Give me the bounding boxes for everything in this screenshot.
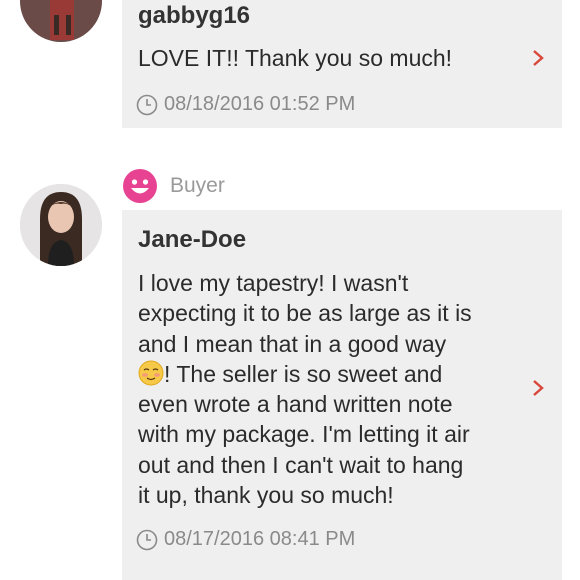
review-line: it up, thank you so much!: [138, 482, 394, 509]
buyer-label: Buyer: [170, 174, 225, 197]
avatar-jane-doe[interactable]: [20, 184, 102, 266]
review-line: ! The seller is so sweet and: [164, 360, 443, 387]
review-timestamp: 08/18/2016 01:52 PM: [136, 93, 355, 116]
buyer-row: Buyer: [122, 168, 225, 204]
avatar-gabbyg16[interactable]: [20, 0, 102, 42]
review-username[interactable]: Jane-Doe: [138, 226, 246, 254]
review-line: and I mean that in a good way: [138, 330, 447, 357]
chevron-right-icon[interactable]: [528, 378, 548, 398]
clock-icon: [136, 94, 158, 115]
blush-emoji-icon: [138, 360, 164, 386]
smiley-icon: [123, 169, 157, 203]
timestamp-text: 08/17/2016 08:41 PM: [164, 528, 356, 550]
review-timestamp: 08/17/2016 08:41 PM: [136, 528, 355, 551]
review-line: even wrote a hand written note: [138, 391, 453, 418]
review-line-with-emoji: ! The seller is so sweet and: [138, 359, 538, 389]
review-line: I love my tapestry! I wasn't: [138, 270, 409, 296]
clock-icon: [136, 529, 158, 550]
timestamp-text: 08/18/2016 01:52 PM: [164, 93, 356, 115]
review-line: out and then I can't wait to hang: [138, 451, 464, 478]
review-line: expecting it to be as large as it is: [138, 300, 472, 327]
review-line: with my package. I'm letting it air: [138, 421, 470, 448]
review-text: LOVE IT!! Thank you so much!: [138, 45, 453, 71]
review-card-gabbyg16[interactable]: gabbyg16 LOVE IT!! Thank you so much! 08…: [122, 0, 562, 128]
review-card-jane-doe[interactable]: Jane-Doe I love my tapestry! I wasn't ex…: [122, 210, 562, 580]
chevron-right-icon[interactable]: [528, 48, 548, 68]
review-text: I love my tapestry! I wasn't expecting i…: [138, 268, 538, 510]
review-username[interactable]: gabbyg16: [138, 2, 250, 30]
